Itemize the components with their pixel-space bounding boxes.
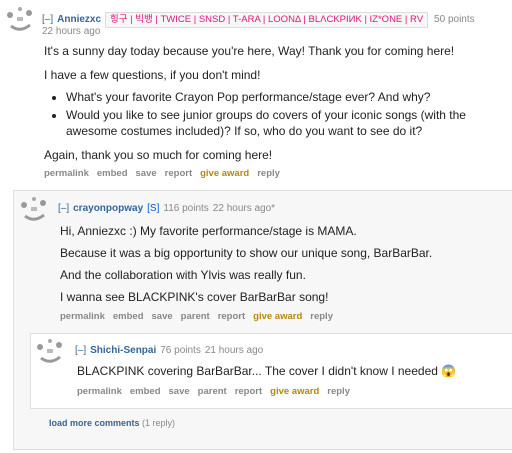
comment-tagline: [–] crayonpopway [S] 116 points 22 hours ago…: [58, 203, 275, 214]
comment-line: I wanna see BLACKPINK's cover BarBarBar …: [60, 290, 329, 304]
reply-button[interactable]: reply: [257, 168, 280, 179]
comment-body: Hi, Anniezxc :) My favorite performance/…: [60, 220, 500, 308]
permalink-button[interactable]: permalink: [60, 311, 105, 322]
comment-time: 22 hours ago*: [212, 203, 276, 214]
avatar: [33, 338, 67, 372]
reply-button[interactable]: reply: [310, 311, 333, 322]
question-list: What's your favorite Crayon Pop performa…: [44, 89, 504, 139]
comment-points: 50 points: [434, 14, 475, 25]
comment-time: 21 hours ago: [204, 345, 264, 356]
comment-author[interactable]: Shichi-Senpai: [90, 345, 156, 356]
reply-count: (1 reply): [142, 418, 176, 428]
permalink-button[interactable]: permalink: [44, 168, 89, 179]
permalink-button[interactable]: permalink: [77, 386, 122, 397]
report-button[interactable]: report: [235, 386, 262, 397]
list-item: What's your favorite Crayon Pop performa…: [66, 89, 504, 105]
comment-line: BLACKPINK covering BarBarBar... The cove…: [77, 364, 438, 378]
load-more-link[interactable]: load more comments: [49, 418, 140, 428]
collapse-toggle[interactable]: [–]: [42, 14, 53, 25]
save-button[interactable]: save: [136, 168, 157, 179]
comment-line: Hi, Anniezxc :) My favorite performance/…: [60, 224, 357, 238]
comment-author[interactable]: crayonpopway: [73, 203, 143, 214]
screaming-face-icon: 😱: [441, 364, 457, 378]
give-award-button[interactable]: give award: [270, 386, 319, 397]
comment-time: 22 hours ago: [42, 26, 101, 37]
comment-author[interactable]: Anniezxc: [57, 14, 101, 25]
collapse-toggle[interactable]: [–]: [58, 203, 69, 214]
collapse-toggle[interactable]: [–]: [75, 345, 86, 356]
parent-button[interactable]: parent: [198, 386, 227, 397]
load-more-comments[interactable]: load more comments (1 reply): [49, 418, 175, 428]
comment-paragraph: It's a sunny day today because you're he…: [44, 44, 455, 58]
comment-paragraph: Again, thank you so much for coming here…: [44, 148, 273, 162]
submitter-tag: [S]: [147, 203, 160, 214]
avatar: [3, 6, 37, 40]
comment-points: 76 points: [160, 345, 201, 356]
snoo-icon: [37, 339, 62, 363]
user-flair: 힝구 | 빅뱅 | TWICE | SNSD | T-ARA | LOONΔ |…: [105, 12, 429, 28]
report-button[interactable]: report: [218, 311, 245, 322]
comment-body: BLACKPINK covering BarBarBar... The cove…: [77, 363, 497, 379]
list-item: Would you like to see junior groups do c…: [66, 107, 504, 139]
give-award-button[interactable]: give award: [200, 168, 249, 179]
embed-button[interactable]: embed: [130, 386, 161, 397]
comment-buttons: permalink embed save parent report give award…: [77, 386, 358, 397]
snoo-icon: [21, 197, 46, 221]
avatar: [17, 196, 51, 230]
save-button[interactable]: save: [169, 386, 190, 397]
save-button[interactable]: save: [152, 311, 173, 322]
comment-tagline: [–] Anniezxc 힝구 | 빅뱅 | TWICE | SNSD | T-AR…: [42, 12, 475, 28]
comment-body: It's a sunny day today because you're he…: [44, 43, 504, 163]
embed-button[interactable]: embed: [97, 168, 128, 179]
snoo-icon: [7, 7, 32, 31]
comment-paragraph: I have a few questions, if you don't min…: [44, 68, 261, 82]
comment-tagline: [–] Shichi-Senpai 76 points 21 hours ago: [75, 345, 263, 356]
comment-line: Because it was a big opportunity to show…: [60, 246, 433, 260]
comment-line: And the collaboration with Ylvis was rea…: [60, 268, 306, 282]
embed-button[interactable]: embed: [113, 311, 144, 322]
report-button[interactable]: report: [165, 168, 192, 179]
comment-points: 116 points: [163, 203, 209, 214]
comment-buttons: permalink embed save report give award reply: [44, 168, 288, 179]
reply-button[interactable]: reply: [327, 386, 350, 397]
give-award-button[interactable]: give award: [253, 311, 302, 322]
comment-buttons: permalink embed save parent report give award…: [60, 311, 341, 322]
parent-button[interactable]: parent: [181, 311, 210, 322]
